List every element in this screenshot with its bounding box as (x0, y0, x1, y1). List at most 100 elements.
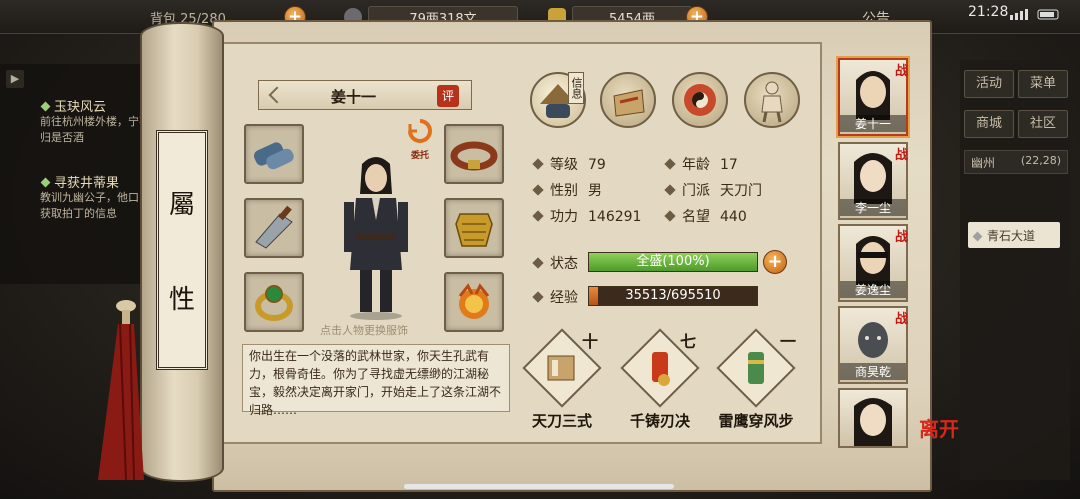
stat-gender: 性别男 (532, 180, 602, 200)
change-outfit-hint: 点击人物更换服饰 (320, 324, 408, 337)
road-label: 青石大道 (987, 229, 1036, 243)
equip-slot-gauntlet[interactable] (244, 124, 304, 184)
rate-button[interactable]: 评 (437, 85, 459, 107)
quest-diamond-icon (40, 177, 51, 188)
quest-1-title-text: 玉玦风云 (54, 100, 107, 115)
skill-3[interactable]: 一 雷鹰穿风步 (710, 328, 802, 430)
tab-fortune[interactable] (672, 72, 728, 128)
team-1-name: 姜十一 (840, 115, 906, 132)
portrait-avatar (854, 398, 892, 446)
stat-power-value: 146291 (588, 209, 642, 225)
road-button[interactable]: 青石大道 (968, 222, 1060, 248)
skill-1-name: 天刀三式 (531, 412, 592, 430)
team-4-battle-tag: 战 (894, 312, 908, 327)
equip-slot-armor[interactable] (444, 198, 504, 258)
quest-collapse-button[interactable]: ▶ (6, 70, 24, 88)
scroll-label-top: 屬 (168, 190, 195, 220)
exp-bar-fill (589, 287, 598, 305)
location-display: 幽州 (22,28) (964, 150, 1068, 174)
skill-1[interactable]: 十 天刀三式 (520, 328, 604, 430)
team-1-battle-tag: 战 (894, 64, 908, 79)
skill-2-name: 千铸刃决 (629, 412, 690, 430)
stat-fame-label: 名望 (682, 209, 710, 225)
stat-gender-label: 性别 (550, 183, 578, 199)
team-member-1[interactable]: 战 姜十一 (838, 58, 908, 136)
stat-diamond-icon (532, 291, 544, 303)
stat-age: 年龄 17 (664, 154, 738, 174)
quest-1-text: 前往杭州楼外楼，宁不归是否酒 (40, 115, 150, 144)
status-bar: 全盛(100%) (588, 252, 758, 272)
equip-slot-belt[interactable] (444, 124, 504, 184)
stat-status: 状态 (532, 253, 578, 273)
location-coords: (22,28) (1020, 154, 1061, 167)
stat-power-label: 功力 (550, 209, 578, 225)
team-member-5[interactable] (838, 388, 908, 448)
tab-bag[interactable] (600, 72, 656, 128)
team-member-4[interactable]: 战 商昊乾 (838, 306, 908, 384)
scroll-title-label: 屬 性 (156, 130, 208, 370)
green-scroll-icon (748, 352, 764, 384)
leave-button[interactable]: 离开 (916, 418, 962, 464)
bagua-icon (684, 84, 716, 116)
tab-meridian[interactable] (744, 72, 800, 128)
body-figure-icon (761, 81, 783, 123)
stat-diamond-icon (532, 257, 544, 269)
manual-book-icon (547, 355, 575, 381)
gauntlet-icon (253, 142, 294, 170)
fire-beast-icon (458, 283, 490, 319)
armor-icon (455, 213, 493, 247)
bundle-icon (613, 89, 645, 117)
equip-slot-accessory[interactable] (444, 272, 504, 332)
character-figure[interactable] (336, 150, 416, 320)
delegate-swirl-icon (408, 119, 432, 143)
stat-exp-label: 经验 (550, 290, 578, 306)
status-icons (1010, 9, 1059, 20)
skill-2[interactable]: 七 千铸刃决 (618, 328, 702, 430)
team-3-name: 姜逸尘 (840, 281, 906, 298)
stat-level-label: 等级 (550, 157, 578, 173)
team-3-battle-tag: 战 (894, 230, 908, 245)
menu-button[interactable]: 菜单 (1018, 70, 1068, 98)
quest-1-title[interactable]: 玉玦风云 (40, 96, 107, 115)
stat-diamond-icon (532, 158, 544, 170)
community-button[interactable]: 社区 (1018, 110, 1068, 138)
clock-text: 21:28 (968, 4, 1009, 20)
character-name-banner: 姜十一 评 (258, 80, 472, 110)
stat-diamond-icon (664, 158, 676, 170)
red-scroll-icon (652, 352, 670, 386)
stat-fame: 名望 440 (664, 206, 747, 226)
stat-gender-value: 男 (588, 183, 602, 199)
stat-age-value: 17 (720, 157, 738, 173)
equip-slot-weapon[interactable] (244, 198, 304, 258)
stat-diamond-icon (532, 210, 544, 222)
character-bio: 你出生在一个没落的武林世家，你天生孔武有力，根骨奇佳。你为了寻找虚无缥缈的江湖秘… (242, 344, 510, 417)
quest-diamond-icon (40, 101, 51, 112)
stat-sect: 门派 天刀门 (664, 180, 762, 200)
equip-slot-ring[interactable] (244, 272, 304, 332)
team-2-name: 李一尘 (840, 199, 906, 216)
tassel-icon (98, 300, 144, 481)
stat-power: 功力 146291 (532, 206, 642, 226)
stat-status-label: 状态 (550, 256, 578, 272)
status-restore-button[interactable]: + (763, 250, 787, 274)
stat-diamond-icon (664, 184, 676, 196)
stat-exp: 经验 (532, 287, 578, 307)
stat-level-value: 79 (588, 157, 606, 173)
activity-button[interactable]: 活动 (964, 70, 1014, 98)
team-2-battle-tag: 战 (894, 148, 908, 163)
stat-level: 等级 79 (532, 154, 606, 174)
home-indicator (404, 484, 674, 489)
cleaver-icon (255, 205, 293, 249)
exp-bar-text: 35513/695510 (625, 288, 721, 303)
stat-diamond-icon (532, 184, 544, 196)
banner-left-arrow-icon (268, 86, 286, 104)
team-member-2[interactable]: 战 李一尘 (838, 142, 908, 220)
shop-button[interactable]: 商城 (964, 110, 1014, 138)
road-diamond-icon (972, 231, 983, 242)
exp-bar: 35513/695510 (588, 286, 758, 306)
team-member-3[interactable]: 战 姜逸尘 (838, 224, 908, 302)
stat-fame-value: 440 (720, 209, 747, 225)
quest-2-title[interactable]: 寻获井蒂果 (40, 172, 120, 191)
quest-2-title-text: 寻获井蒂果 (54, 176, 120, 191)
stat-age-label: 年龄 (682, 157, 710, 173)
